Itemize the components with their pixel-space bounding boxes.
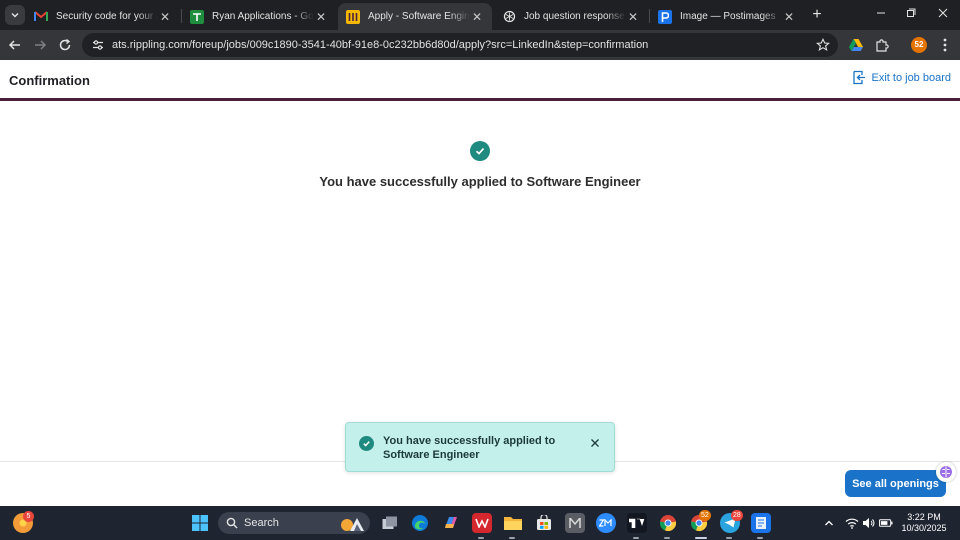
windows-taskbar: 5 Search 52 28 3:22 PM 10/30/2025 <box>0 506 960 540</box>
forward-arrow-icon[interactable] <box>30 35 50 55</box>
battery-icon[interactable] <box>879 516 893 530</box>
tab-google-sheets[interactable]: Ryan Applications - Google Sheets ✕ <box>182 3 336 30</box>
close-icon[interactable]: ✕ <box>626 10 640 24</box>
tab-apply-software-engineer[interactable]: Apply - Software Engineer ✕ <box>338 3 492 30</box>
postimages-icon <box>658 9 672 24</box>
bookmark-star-icon[interactable] <box>814 36 832 54</box>
gmail-icon <box>34 10 48 24</box>
close-icon[interactable]: ✕ <box>158 10 172 24</box>
address-bar[interactable]: ats.rippling.com/foreup/jobs/009c1890-35… <box>82 33 838 57</box>
new-tab-plus-icon[interactable]: + <box>808 6 826 24</box>
notepad-icon[interactable] <box>751 513 771 533</box>
rippling-icon <box>346 9 360 24</box>
running-indicator <box>757 537 763 539</box>
success-toast: You have successfully applied to Softwar… <box>345 422 615 472</box>
chevron-up-icon[interactable] <box>822 516 836 530</box>
site-settings-icon[interactable] <box>90 37 106 53</box>
profile-avatar[interactable]: 52 <box>911 37 927 53</box>
wps-office-icon[interactable] <box>472 513 492 533</box>
chrome-menu-icon[interactable] <box>936 36 954 54</box>
back-arrow-icon[interactable] <box>5 35 25 55</box>
chrome-browser-icon[interactable] <box>658 513 678 533</box>
close-icon[interactable] <box>588 436 602 450</box>
chevron-down-icon <box>11 13 19 18</box>
see-all-openings-button[interactable]: See all openings <box>845 470 946 497</box>
tab-search-button[interactable] <box>5 5 25 25</box>
close-window-icon[interactable] <box>928 4 958 24</box>
restore-icon[interactable] <box>896 4 926 24</box>
edge-browser-icon[interactable] <box>410 513 430 533</box>
tab-gmail[interactable]: Security code for your application ✕ <box>26 3 180 30</box>
tab-title: Job question responses draft <box>524 11 626 22</box>
success-message: You have successfully applied to Softwar… <box>319 174 641 189</box>
brain-extension-icon[interactable] <box>936 462 956 482</box>
chrome-badge: 52 <box>699 510 711 521</box>
search-highlight-icon <box>338 514 366 532</box>
copilot-icon[interactable] <box>441 513 461 533</box>
tradingview-icon[interactable] <box>627 513 647 533</box>
m-app-icon[interactable] <box>565 513 585 533</box>
active-app-indicator <box>695 537 707 539</box>
search-label: Search <box>244 517 279 529</box>
chatgpt-icon <box>502 10 516 24</box>
running-indicator <box>726 537 732 539</box>
windows-start-icon[interactable] <box>190 513 210 533</box>
volume-icon[interactable] <box>862 516 876 530</box>
browser-tab-strip: Security code for your application ✕ Rya… <box>0 0 960 30</box>
exit-link-label: Exit to job board <box>871 71 952 84</box>
page-title: Confirmation <box>9 73 90 88</box>
success-check-icon <box>470 141 490 161</box>
running-indicator <box>633 537 639 539</box>
running-indicator <box>664 537 670 539</box>
taskbar-clock[interactable]: 3:22 PM 10/30/2025 <box>898 512 950 534</box>
exit-door-icon <box>852 70 865 85</box>
running-indicator <box>478 537 484 539</box>
tab-title: Apply - Software Engineer <box>368 11 470 22</box>
wifi-icon[interactable] <box>845 516 859 530</box>
url-text[interactable]: ats.rippling.com/foreup/jobs/009c1890-35… <box>112 39 814 51</box>
extensions-puzzle-icon[interactable] <box>873 36 891 54</box>
tab-title: Security code for your application <box>56 11 158 22</box>
page-header: Confirmation Exit to job board <box>0 60 960 101</box>
widgets-badge: 5 <box>23 511 34 522</box>
file-explorer-icon[interactable] <box>503 513 523 533</box>
task-view-icon[interactable] <box>380 513 400 533</box>
toast-message: You have successfully applied to Softwar… <box>383 435 556 461</box>
running-indicator <box>509 537 515 539</box>
browser-toolbar: ats.rippling.com/foreup/jobs/009c1890-35… <box>0 30 960 60</box>
tab-job-question-responses[interactable]: Job question responses draft ✕ <box>494 3 648 30</box>
clock-date: 10/30/2025 <box>901 523 947 533</box>
tab-title: Image — Postimages <box>680 11 776 22</box>
microsoft-store-icon[interactable] <box>534 513 554 533</box>
telegram-badge: 28 <box>731 510 743 521</box>
close-icon[interactable]: ✕ <box>782 10 796 24</box>
zoom-icon[interactable] <box>596 513 616 533</box>
clock-time: 3:22 PM <box>907 512 941 522</box>
tab-title: Ryan Applications - Google Sheets <box>212 11 314 22</box>
toast-check-icon <box>359 436 374 451</box>
close-icon[interactable]: ✕ <box>314 10 328 24</box>
close-icon[interactable]: ✕ <box>470 10 484 24</box>
minimize-icon[interactable] <box>866 4 896 24</box>
tab-postimages[interactable]: Image — Postimages ✕ <box>650 3 804 30</box>
exit-to-job-board-link[interactable]: Exit to job board <box>851 70 952 85</box>
search-icon <box>226 517 238 529</box>
taskbar-search-box[interactable]: Search <box>218 512 370 534</box>
reload-icon[interactable] <box>55 35 75 55</box>
google-drive-icon[interactable] <box>847 36 865 54</box>
sheets-icon <box>190 9 204 24</box>
